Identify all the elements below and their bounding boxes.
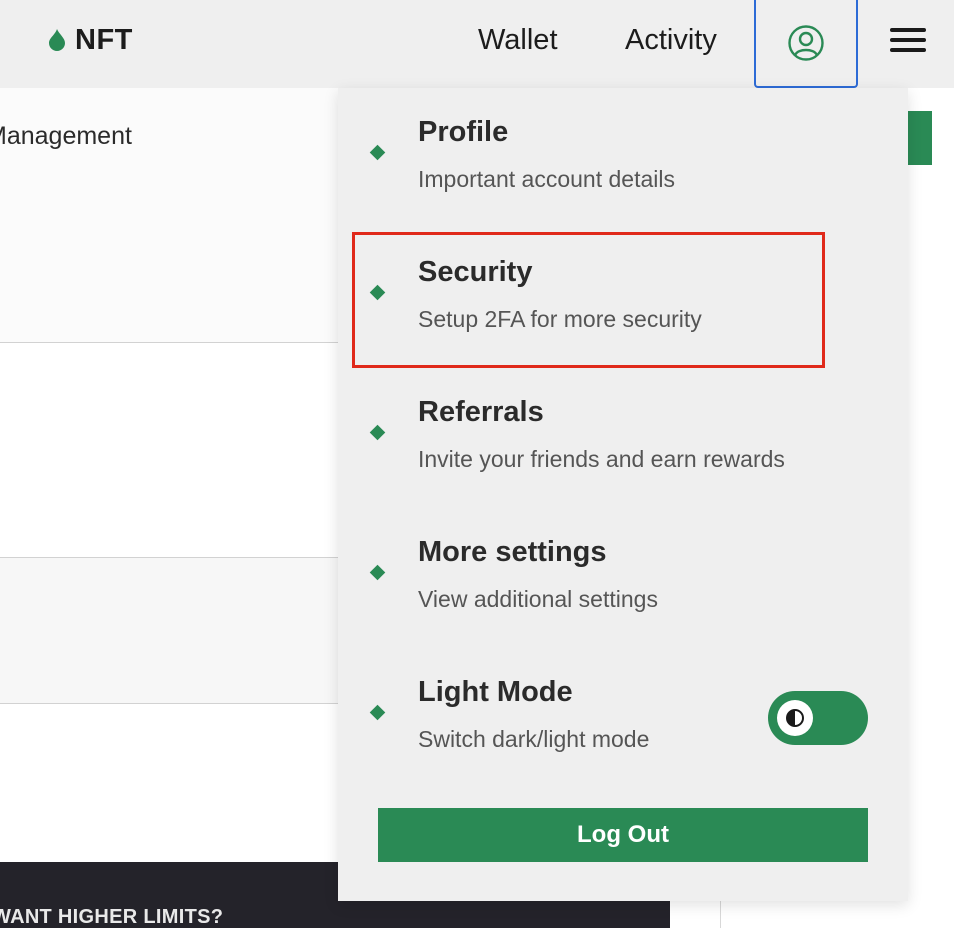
diamond-bullet-icon <box>369 704 386 721</box>
menu-item-profile[interactable]: Profile Important account details <box>338 88 908 198</box>
divider <box>0 703 338 704</box>
menu-item-security[interactable]: Security Setup 2FA for more security <box>338 228 908 338</box>
flame-drop-icon <box>49 29 65 51</box>
contrast-half-icon <box>786 709 804 727</box>
menu-item-title: Light Mode <box>418 676 573 708</box>
menu-item-description: Invite your friends and earn rewards <box>418 446 785 472</box>
menu-item-title: More settings <box>418 536 607 568</box>
menu-item-description: Switch dark/light mode <box>418 726 650 752</box>
nav-wallet[interactable]: Wallet <box>478 20 558 60</box>
diamond-bullet-icon <box>369 284 386 301</box>
nav-activity[interactable]: Activity <box>625 20 717 60</box>
hamburger-icon[interactable] <box>888 24 928 56</box>
account-dropdown: Profile Important account details Securi… <box>338 88 908 901</box>
top-header: NFT Wallet Activity <box>0 0 954 88</box>
menu-item-title: Security <box>418 256 533 288</box>
logout-button[interactable]: Log Out <box>378 808 868 862</box>
profile-button[interactable] <box>754 0 858 88</box>
menu-item-description: Important account details <box>418 166 675 192</box>
light-mode-toggle[interactable] <box>768 691 868 745</box>
menu-item-more-settings[interactable]: More settings View additional settings <box>338 508 908 618</box>
menu-item-description: Setup 2FA for more security <box>418 306 702 332</box>
diamond-bullet-icon <box>369 424 386 441</box>
section-title: Management <box>0 122 132 150</box>
limits-banner-text: WANT HIGHER LIMITS? <box>0 906 224 928</box>
menu-item-referrals[interactable]: Referrals Invite your friends and earn r… <box>338 368 908 478</box>
brand-logo[interactable]: NFT <box>48 22 133 58</box>
user-circle-icon <box>788 25 824 61</box>
menu-item-description: View additional settings <box>418 586 658 612</box>
content-section <box>0 558 338 704</box>
divider <box>0 342 338 343</box>
brand-name: NFT <box>75 23 133 56</box>
diamond-bullet-icon <box>369 564 386 581</box>
menu-item-title: Profile <box>418 116 509 148</box>
toggle-knob <box>777 700 813 736</box>
diamond-bullet-icon <box>369 144 386 161</box>
menu-item-title: Referrals <box>418 396 544 428</box>
divider <box>0 557 338 558</box>
